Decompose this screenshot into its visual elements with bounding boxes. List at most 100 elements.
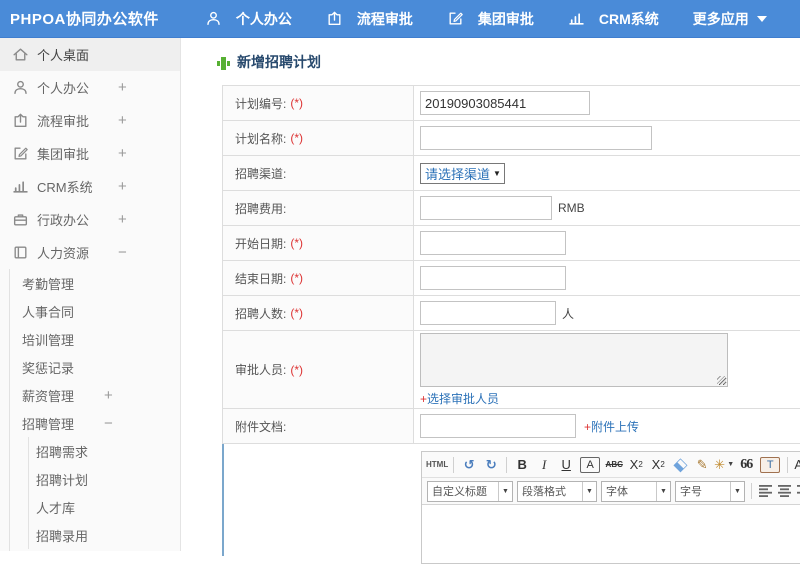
blockquote-button[interactable]: 66 — [736, 455, 756, 475]
form-row-plan-name: 计划名称: (*) — [223, 121, 800, 156]
sidebar-item-CRM系统[interactable]: CRM系统 + — [0, 170, 180, 203]
sidebar-item-人才库[interactable]: 人才库 — [0, 493, 180, 521]
sidebar-item-招聘需求[interactable]: 招聘需求 — [0, 437, 180, 465]
topnav-label: CRM系统 — [598, 10, 659, 27]
topnav-item-5[interactable]: 更多应用 — [693, 9, 767, 29]
sidebar-item-个人桌面[interactable]: 个人桌面 — [0, 38, 180, 71]
source-button[interactable]: HTML — [426, 455, 448, 475]
sidebar-item-人事合同[interactable]: 人事合同 — [0, 297, 180, 325]
person-icon — [205, 10, 229, 27]
approver-link[interactable]: +选择审批人员 — [420, 390, 499, 407]
start-date-input[interactable] — [420, 231, 566, 255]
redo-button[interactable]: ↻ — [481, 455, 501, 475]
autotypeset-button[interactable]: A — [580, 456, 601, 473]
value-plan-number — [414, 86, 800, 120]
sidebar-item-个人办公[interactable]: 个人办公 + — [0, 71, 180, 104]
collapse-icon[interactable]: − — [118, 244, 127, 261]
sidebar-item-label: 招聘需求 — [36, 444, 89, 460]
form-row-start-date: 开始日期: (*) — [223, 226, 800, 261]
plan-name-input[interactable] — [420, 126, 652, 150]
topnav-label: 流程审批 — [356, 10, 413, 27]
font-size-select[interactable]: 字号 ▼ — [675, 480, 745, 502]
required-marker: (*) — [290, 271, 304, 285]
sidebar-item-行政办公[interactable]: 行政办公 + — [0, 203, 180, 236]
sidebar-item-人力资源[interactable]: 人力资源 − — [0, 236, 180, 269]
label-approver: 审批人员: (*) — [223, 331, 414, 408]
custom-title-select[interactable]: 自定义标题 ▼ — [427, 480, 513, 502]
attachment-link[interactable]: +附件上传 — [584, 418, 639, 435]
italic-button[interactable]: I — [534, 455, 554, 475]
paragraph-format-select[interactable]: 段落格式 ▼ — [517, 480, 597, 502]
sidebar-item-label: 招聘计划 — [36, 472, 89, 488]
sidebar-item-label: 流程审批 — [37, 114, 90, 129]
paste-text-button[interactable]: T — [760, 456, 781, 473]
caret-down-icon: ▼ — [498, 481, 512, 501]
sidebar-item-奖惩记录[interactable]: 奖惩记录 — [0, 353, 180, 381]
channel-select[interactable]: 请选择渠道 ▼ — [420, 162, 505, 184]
align-left-button[interactable] — [759, 485, 772, 497]
select-label: 段落格式 — [522, 486, 566, 498]
home-icon — [12, 46, 29, 63]
value-plan-name — [414, 121, 800, 155]
toolbar-separator — [787, 456, 789, 473]
sidebar-item-招聘管理[interactable]: 招聘管理 − — [0, 409, 180, 437]
person-icon — [12, 79, 29, 96]
expand-icon[interactable]: + — [118, 145, 127, 162]
superscript-button[interactable]: X2 — [626, 455, 646, 475]
add-plus-icon — [216, 55, 231, 71]
required-marker: (*) — [290, 306, 304, 320]
indent-line — [9, 465, 10, 493]
undo-button[interactable]: ↺ — [459, 455, 479, 475]
expand-icon[interactable]: + — [118, 112, 127, 129]
form-row-headcount: 招聘人数: (*) 人 — [223, 296, 800, 331]
sidebar-item-label: 个人桌面 — [37, 48, 90, 63]
align-center-button[interactable] — [778, 485, 791, 497]
form-row-content-editor: HTML↺↻BIUAABCX2X2◧✎✳▼66TA▼ab自定义标题▼段落格式▼字… — [222, 444, 800, 564]
font-family-select[interactable]: 字体 ▼ — [601, 480, 671, 502]
editor-content-area[interactable] — [422, 505, 800, 563]
top-bar: PHPOA协同办公软件 个人办公 流程审批 集团审批 CRM系统 更多应用 — [0, 0, 800, 38]
topnav-item-2[interactable]: 流程审批 — [326, 9, 413, 29]
caret-down-icon: ▼ — [493, 168, 501, 178]
sidebar-item-label: 集团审批 — [37, 147, 90, 162]
chart-icon — [12, 178, 29, 195]
bold-button[interactable]: B — [512, 455, 532, 475]
headcount-input[interactable] — [420, 301, 556, 325]
topnav-item-3[interactable]: 集团审批 — [447, 9, 534, 29]
sidebar-item-集团审批[interactable]: 集团审批 + — [0, 137, 180, 170]
sidebar-item-招聘计划[interactable]: 招聘计划 — [0, 465, 180, 493]
sidebar-item-招聘录用[interactable]: 招聘录用 — [0, 521, 180, 549]
expand-icon[interactable]: + — [118, 211, 127, 228]
label-attachment: 附件文档: — [223, 409, 414, 443]
underline-button[interactable]: U — [556, 455, 576, 475]
expand-icon[interactable]: + — [118, 178, 127, 195]
sidebar-item-label: 行政办公 — [37, 213, 90, 228]
topnav-item-1[interactable]: 个人办公 — [205, 9, 292, 29]
plan-number-input[interactable] — [420, 91, 590, 115]
book-icon — [12, 244, 29, 261]
cost-input[interactable] — [420, 196, 552, 220]
required-marker: (*) — [290, 236, 304, 250]
collapse-icon[interactable]: − — [104, 415, 113, 432]
expand-icon[interactable]: + — [118, 79, 127, 96]
eraser-button[interactable]: ◧ — [666, 450, 694, 478]
end-date-input[interactable] — [420, 266, 566, 290]
sidebar-item-label: 个人办公 — [37, 81, 90, 96]
attachment-input[interactable] — [420, 414, 576, 438]
approver-textarea[interactable] — [420, 332, 728, 387]
sidebar-item-培训管理[interactable]: 培训管理 — [0, 325, 180, 353]
sidebar-item-薪资管理[interactable]: 薪资管理 + — [0, 381, 180, 409]
caret-down-icon: ▼ — [582, 481, 596, 501]
topnav-label: 集团审批 — [477, 10, 534, 27]
required-marker: (*) — [290, 362, 304, 377]
toolbar-separator — [506, 456, 508, 473]
strikethrough-button[interactable]: ABC — [604, 455, 624, 475]
format-brush-button[interactable]: ✎ — [692, 455, 712, 475]
auto-format-button[interactable]: ✳ ▼ — [714, 455, 734, 475]
recruitment-plan-form: 计划编号:(*)计划名称:(*)招聘渠道:请选择渠道▼招聘费用:RMB开始日期:… — [222, 85, 800, 564]
font-color-button[interactable]: A▼ — [793, 455, 800, 475]
topnav-item-4[interactable]: CRM系统 — [568, 9, 659, 29]
sidebar-item-考勤管理[interactable]: 考勤管理 — [0, 269, 180, 297]
sidebar-item-流程审批[interactable]: 流程审批 + — [0, 104, 180, 137]
expand-icon[interactable]: + — [104, 387, 113, 404]
